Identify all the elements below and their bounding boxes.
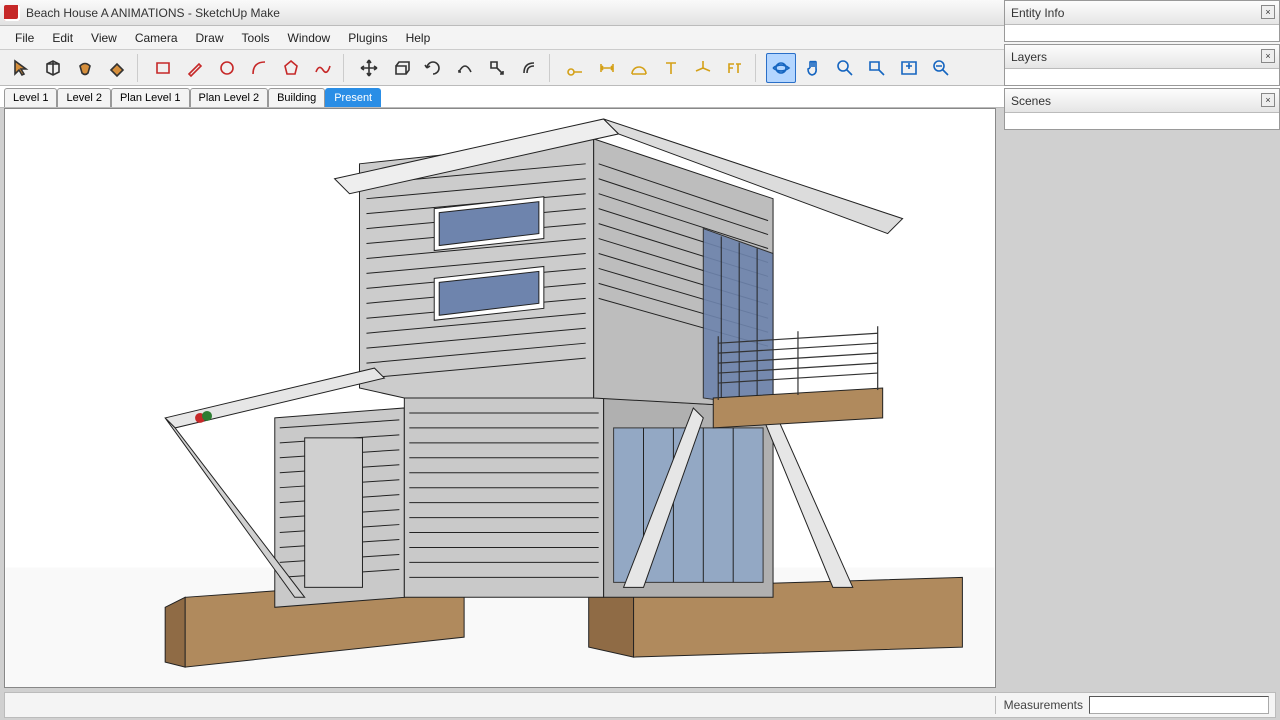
- follow-me-tool[interactable]: [450, 53, 480, 83]
- menu-view[interactable]: View: [82, 28, 126, 48]
- zoomw-icon: [867, 58, 887, 78]
- dimension-tool[interactable]: [592, 53, 622, 83]
- dim-icon: [597, 58, 617, 78]
- panel-scenes: Scenes ×: [1004, 88, 1280, 130]
- free-icon: [313, 58, 333, 78]
- menu-window[interactable]: Window: [279, 28, 340, 48]
- menu-plugins[interactable]: Plugins: [339, 28, 396, 48]
- move-icon: [359, 58, 379, 78]
- panel-entity-info-body: [1005, 25, 1279, 41]
- panel-entity-info-title: Entity Info: [1011, 6, 1064, 20]
- rectangle-tool[interactable]: [148, 53, 178, 83]
- zoom-window-tool[interactable]: [862, 53, 892, 83]
- side-panels: Entity Info × Layers × Scenes ×: [1004, 0, 1280, 132]
- status-bar: Measurements: [4, 692, 1276, 718]
- panel-entity-info-header[interactable]: Entity Info ×: [1005, 1, 1279, 25]
- select-tool[interactable]: [6, 53, 36, 83]
- offset-icon: [519, 58, 539, 78]
- rect-icon: [153, 58, 173, 78]
- rotate-tool[interactable]: [418, 53, 448, 83]
- panel-scenes-body: [1005, 113, 1279, 129]
- axes-tool[interactable]: [688, 53, 718, 83]
- 3d-text-tool[interactable]: [720, 53, 750, 83]
- box-icon: [43, 58, 63, 78]
- scale-icon: [487, 58, 507, 78]
- follow-icon: [455, 58, 475, 78]
- scene-tab-plan-level-2[interactable]: Plan Level 2: [190, 88, 269, 107]
- poly-icon: [281, 58, 301, 78]
- paint-bucket-tool[interactable]: [70, 53, 100, 83]
- previous-tool[interactable]: [926, 53, 956, 83]
- bucket-icon: [75, 58, 95, 78]
- measurements-label: Measurements: [1004, 698, 1083, 712]
- offset-tool[interactable]: [514, 53, 544, 83]
- menu-draw[interactable]: Draw: [187, 28, 233, 48]
- orbit-tool[interactable]: [766, 53, 796, 83]
- prot-icon: [629, 58, 649, 78]
- scene-tab-level-1[interactable]: Level 1: [4, 88, 57, 107]
- prev-icon: [931, 58, 951, 78]
- menu-file[interactable]: File: [6, 28, 43, 48]
- line-tool[interactable]: [180, 53, 210, 83]
- menu-camera[interactable]: Camera: [126, 28, 187, 48]
- protractor-tool[interactable]: [624, 53, 654, 83]
- text-icon: [661, 58, 681, 78]
- panel-layers: Layers ×: [1004, 44, 1280, 86]
- scale-tool[interactable]: [482, 53, 512, 83]
- menu-help[interactable]: Help: [397, 28, 440, 48]
- text-tool[interactable]: [656, 53, 686, 83]
- push-pull-tool[interactable]: [386, 53, 416, 83]
- pan-tool[interactable]: [798, 53, 828, 83]
- panel-layers-close[interactable]: ×: [1261, 49, 1275, 63]
- scene-tab-building[interactable]: Building: [268, 88, 325, 107]
- panel-layers-title: Layers: [1011, 50, 1047, 64]
- viewport-3d[interactable]: [4, 108, 996, 688]
- pan-icon: [803, 58, 823, 78]
- scene-tab-plan-level-1[interactable]: Plan Level 1: [111, 88, 190, 107]
- panel-entity-info: Entity Info ×: [1004, 0, 1280, 42]
- rotate-icon: [423, 58, 443, 78]
- move-tool[interactable]: [354, 53, 384, 83]
- panel-entity-info-close[interactable]: ×: [1261, 5, 1275, 19]
- zoom-extents-tool[interactable]: [894, 53, 924, 83]
- make-component-tool[interactable]: [38, 53, 68, 83]
- push-icon: [391, 58, 411, 78]
- panel-layers-body: [1005, 69, 1279, 85]
- eraser-icon: [107, 58, 127, 78]
- arc-tool[interactable]: [244, 53, 274, 83]
- zoome-icon: [899, 58, 919, 78]
- zoom-icon: [835, 58, 855, 78]
- 3dtext-icon: [725, 58, 745, 78]
- window-title: Beach House A ANIMATIONS - SketchUp Make: [26, 6, 280, 20]
- cursor-icon: [11, 58, 31, 78]
- freehand-tool[interactable]: [308, 53, 338, 83]
- menu-tools[interactable]: Tools: [233, 28, 279, 48]
- panel-scenes-header[interactable]: Scenes ×: [1005, 89, 1279, 113]
- tape-icon: [565, 58, 585, 78]
- measurements-input[interactable]: [1089, 696, 1269, 714]
- panel-layers-header[interactable]: Layers ×: [1005, 45, 1279, 69]
- pencil-icon: [185, 58, 205, 78]
- zoom-tool[interactable]: [830, 53, 860, 83]
- orbit-icon: [771, 58, 791, 78]
- panel-scenes-title: Scenes: [1011, 94, 1051, 108]
- eraser-tool[interactable]: [102, 53, 132, 83]
- scene-tab-level-2[interactable]: Level 2: [57, 88, 110, 107]
- circle-icon: [217, 58, 237, 78]
- menu-edit[interactable]: Edit: [43, 28, 82, 48]
- app-icon: [4, 5, 20, 21]
- circle-tool[interactable]: [212, 53, 242, 83]
- scene-tab-present[interactable]: Present: [325, 88, 381, 107]
- polygon-tool[interactable]: [276, 53, 306, 83]
- panel-scenes-close[interactable]: ×: [1261, 93, 1275, 107]
- axes-icon: [693, 58, 713, 78]
- tape-measure-tool[interactable]: [560, 53, 590, 83]
- arc-icon: [249, 58, 269, 78]
